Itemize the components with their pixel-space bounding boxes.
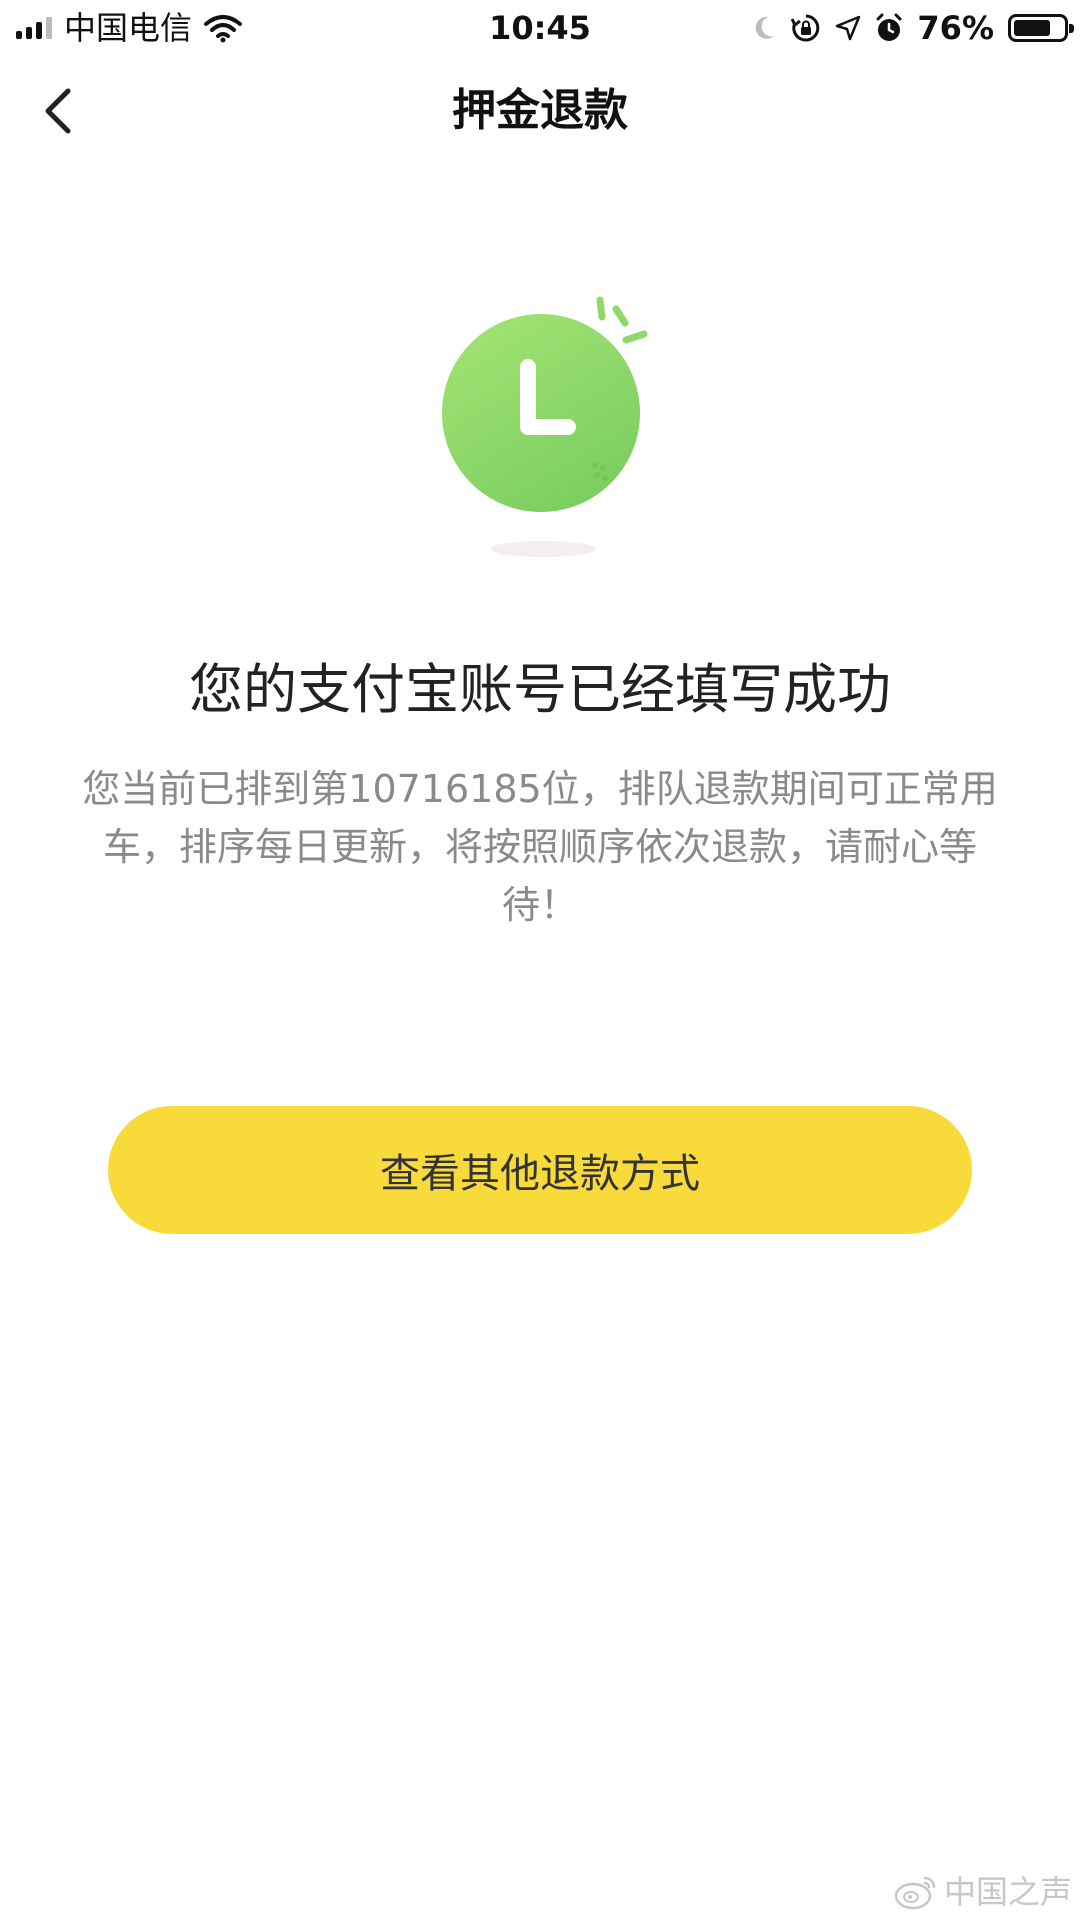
watermark-text: 中国之声	[943, 1873, 1072, 1911]
rotation-lock-icon	[791, 14, 820, 42]
battery-icon	[1008, 14, 1074, 42]
moon-icon	[756, 16, 775, 39]
chevron-left-icon	[45, 88, 71, 134]
clock-icon	[442, 296, 648, 557]
navigation-bar: 押金退款	[0, 56, 1080, 166]
success-headline: 您的支付宝账号已经填写成功	[189, 658, 891, 721]
page-title: 押金退款	[452, 85, 628, 136]
other-refund-methods-button[interactable]: 查看其他退款方式	[108, 1106, 972, 1234]
battery-percent: 76%	[917, 9, 994, 47]
location-icon	[836, 15, 861, 41]
status-bar: 中国电信 10:45 76%	[0, 0, 1080, 56]
queue-description: 您当前已排到第10716185位，排队退款期间可正常用车，排序每日更新，将按照顺…	[82, 767, 998, 927]
watermark: 中国之声	[894, 1868, 1072, 1916]
back-button[interactable]	[28, 78, 88, 144]
battery-level-fill	[1014, 20, 1050, 36]
alarm-icon	[876, 13, 902, 41]
status-bar-right: 76%	[753, 8, 1074, 48]
weibo-icon	[894, 1876, 936, 1910]
